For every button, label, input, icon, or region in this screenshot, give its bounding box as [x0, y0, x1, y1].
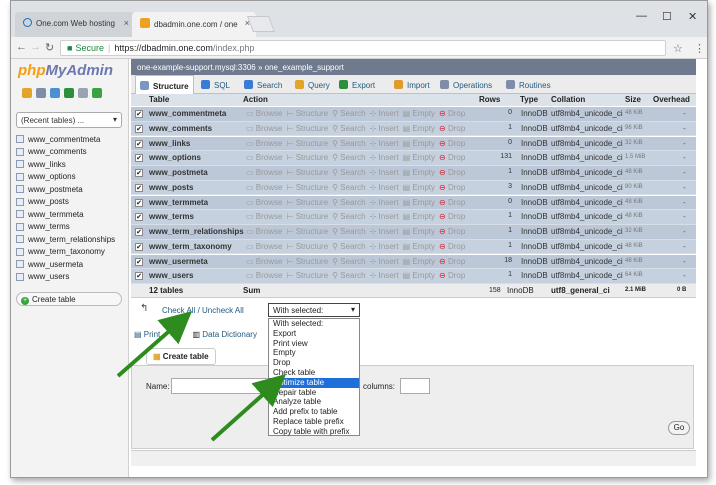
annotation-arrows [116, 311, 286, 442]
arrow-to-optimize [210, 374, 286, 442]
arrow-to-check-all [116, 311, 193, 378]
